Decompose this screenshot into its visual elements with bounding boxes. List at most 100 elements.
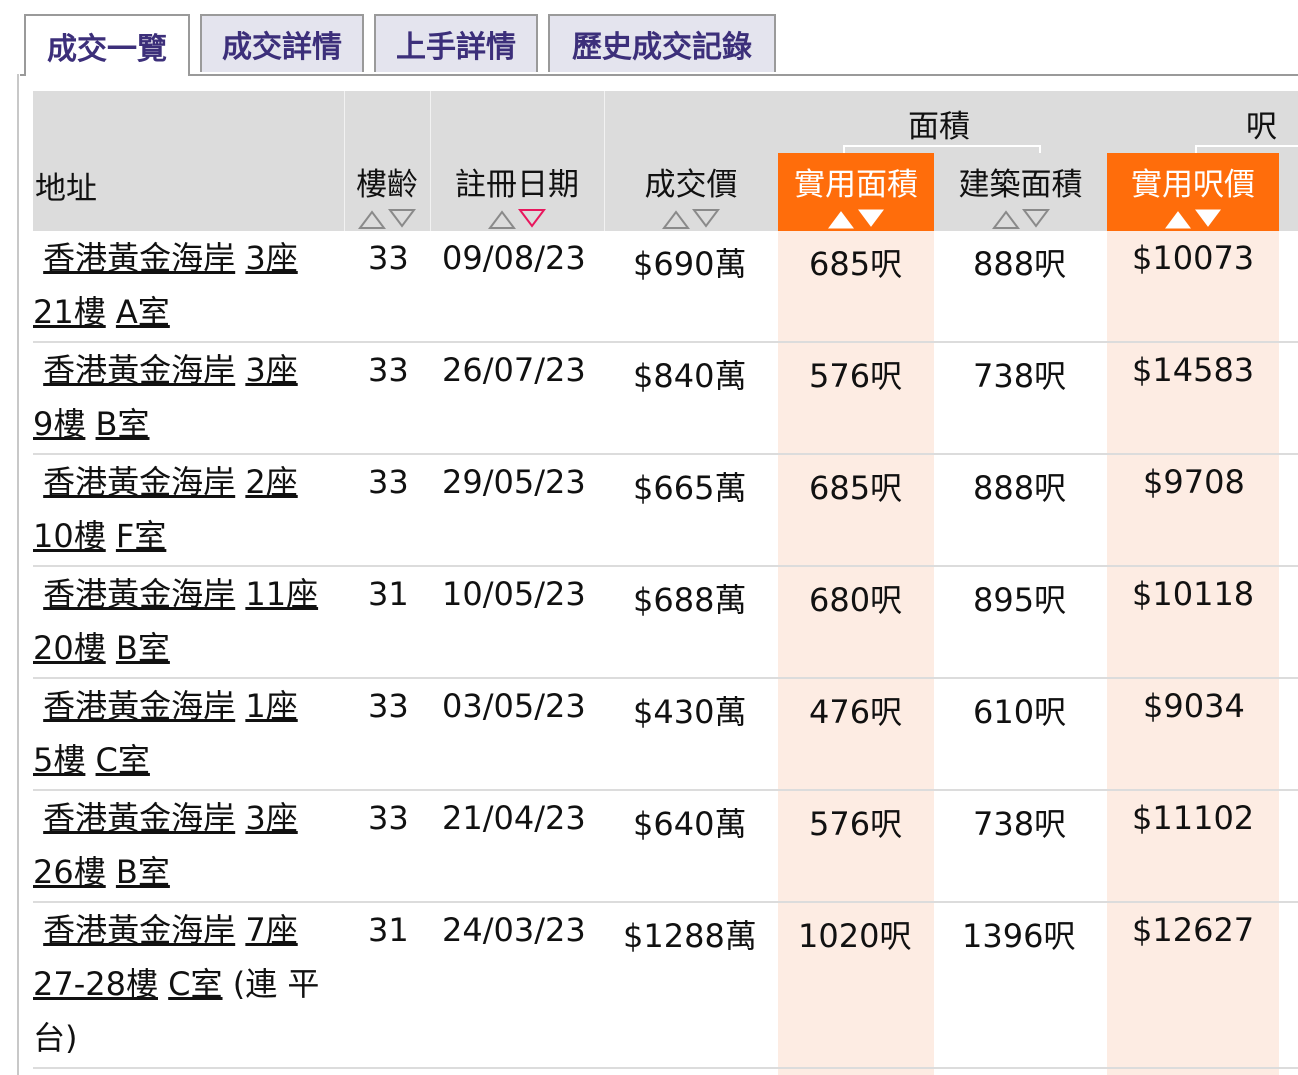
price-cell: $1288萬	[623, 917, 757, 955]
floor-link[interactable]: 9樓	[33, 405, 85, 443]
sort-descending-active-icon[interactable]	[518, 208, 546, 230]
price-cell: $640萬	[633, 805, 747, 843]
tab-underline	[20, 74, 1298, 76]
unit-price-cell: $10073	[1132, 239, 1255, 277]
date-cell: 26/07/23	[442, 351, 586, 389]
sort-descending-icon[interactable]	[1021, 208, 1050, 230]
unit-price-cell: $11102	[1132, 799, 1255, 837]
tab-historical-transactions[interactable]: 歷史成交記錄	[548, 14, 776, 72]
sort-descending-icon[interactable]	[692, 208, 720, 230]
sort-arrows	[662, 208, 720, 231]
estate-link[interactable]: 香港黃金海岸	[43, 351, 235, 389]
age-cell: 33	[368, 239, 409, 277]
saleable-area-cell: 685呎	[809, 245, 903, 283]
sort-ascending-icon[interactable]	[827, 208, 855, 230]
gross-area-cell: 888呎	[973, 469, 1067, 507]
estate-link[interactable]: 香港黃金海岸	[43, 911, 235, 949]
saleable-area-cell: 576呎	[809, 805, 903, 843]
floor-link[interactable]: 27-28樓	[33, 965, 158, 1003]
block-link[interactable]: 2座	[245, 463, 297, 501]
date-cell: 03/05/23	[442, 687, 586, 725]
age-cell: 33	[368, 799, 409, 837]
sort-ascending-icon[interactable]	[991, 208, 1020, 230]
floor-link[interactable]: 26樓	[33, 853, 106, 891]
saleable-area-cell: 685呎	[809, 469, 903, 507]
block-link[interactable]: 7座	[245, 911, 297, 949]
gross-area-cell: 888呎	[973, 245, 1067, 283]
floor-link[interactable]: 21樓	[33, 293, 106, 331]
unit-link[interactable]: F室	[116, 517, 166, 555]
unit-link[interactable]: B室	[116, 629, 170, 667]
unit-link[interactable]: C室	[96, 741, 150, 779]
gross-area-cell: 1396呎	[962, 917, 1076, 955]
block-link[interactable]: 3座	[245, 799, 297, 837]
estate-link[interactable]: 香港黃金海岸	[43, 239, 235, 277]
sort-arrows	[827, 208, 885, 231]
estate-link[interactable]: 香港黃金海岸	[43, 575, 235, 613]
sort-arrows	[358, 208, 416, 231]
address-cell: 香港黃金海岸 7座 27-28樓 C室 (連 平台)	[33, 903, 333, 1065]
sort-descending-icon[interactable]	[388, 208, 416, 230]
sort-ascending-icon[interactable]	[488, 208, 516, 230]
header-gross-area[interactable]: 建築面積	[934, 153, 1107, 231]
address-cell: 香港黃金海岸 1座 5樓 C室	[33, 679, 333, 787]
area-group-bracket	[843, 145, 1041, 153]
block-link[interactable]: 1座	[245, 687, 297, 725]
tab-previous-owner-details[interactable]: 上手詳情	[374, 14, 538, 72]
header-address-label: 地址	[35, 171, 97, 207]
date-cell: 29/05/23	[442, 463, 586, 501]
area-group-header: 面積	[908, 109, 970, 145]
header-reg-date[interactable]: 註冊日期	[430, 153, 604, 231]
header-saleable-area[interactable]: 實用面積	[778, 153, 934, 231]
unit-price-cell: $9708	[1143, 463, 1245, 501]
sort-arrows	[991, 208, 1050, 231]
block-link[interactable]: 11座	[245, 575, 318, 613]
gross-area-cell: 610呎	[973, 693, 1067, 731]
header-reg-date-label: 註冊日期	[455, 167, 579, 203]
saleable-area-cell: 680呎	[809, 581, 903, 619]
transactions-table: 面積 呎價 地址 樓齡 註冊日期 成交價 實用面積 建築面積	[33, 91, 1298, 1075]
block-link[interactable]: 3座	[245, 351, 297, 389]
address-cell: 香港黃金海岸 11座 20樓 B室	[33, 567, 333, 675]
age-cell: 31	[368, 575, 409, 613]
unit-price-cell: $9034	[1143, 687, 1245, 725]
age-cell: 33	[368, 351, 409, 389]
header-gross-area-label: 建築面積	[958, 167, 1083, 203]
saleable-area-cell: 1020呎	[798, 917, 912, 955]
tab-transaction-details[interactable]: 成交詳情	[200, 14, 364, 72]
header-price-label: 成交價	[644, 167, 738, 203]
unit-price-cell: $10118	[1132, 575, 1255, 613]
header-price[interactable]: 成交價	[604, 153, 778, 231]
unit-link[interactable]: A室	[116, 293, 170, 331]
date-cell: 10/05/23	[442, 575, 586, 613]
estate-link[interactable]: 香港黃金海岸	[43, 799, 235, 837]
tab-transaction-overview[interactable]: 成交一覽	[24, 14, 190, 76]
floor-link[interactable]: 20樓	[33, 629, 106, 667]
sort-arrows	[488, 208, 546, 231]
floor-link[interactable]: 5樓	[33, 741, 85, 779]
estate-link[interactable]: 香港黃金海岸	[43, 687, 235, 725]
panel-left-border	[17, 74, 19, 1075]
unit-price-cell: $14583	[1132, 351, 1255, 389]
floor-link[interactable]: 10樓	[33, 517, 106, 555]
sort-descending-icon[interactable]	[1194, 208, 1222, 230]
date-cell: 09/08/23	[442, 239, 586, 277]
price-cell: $688萬	[633, 581, 747, 619]
sort-ascending-icon[interactable]	[662, 208, 690, 230]
unit-link[interactable]: B室	[116, 853, 170, 891]
row-divider	[33, 1067, 1298, 1069]
age-cell: 31	[368, 911, 409, 949]
unit-link[interactable]: C室	[168, 965, 222, 1003]
header-age[interactable]: 樓齡	[344, 153, 430, 231]
sort-ascending-icon[interactable]	[1164, 208, 1192, 230]
address-cell: 香港黃金海岸 3座 21樓 A室	[33, 231, 333, 339]
sort-ascending-icon[interactable]	[358, 208, 386, 230]
unit-price-cell: $12627	[1132, 911, 1255, 949]
date-cell: 21/04/23	[442, 799, 586, 837]
sort-descending-icon[interactable]	[857, 208, 885, 230]
price-cell: $665萬	[633, 469, 747, 507]
block-link[interactable]: 3座	[245, 239, 297, 277]
estate-link[interactable]: 香港黃金海岸	[43, 463, 235, 501]
unit-link[interactable]: B室	[96, 405, 150, 443]
header-saleable-price[interactable]: 實用呎價	[1107, 153, 1279, 231]
